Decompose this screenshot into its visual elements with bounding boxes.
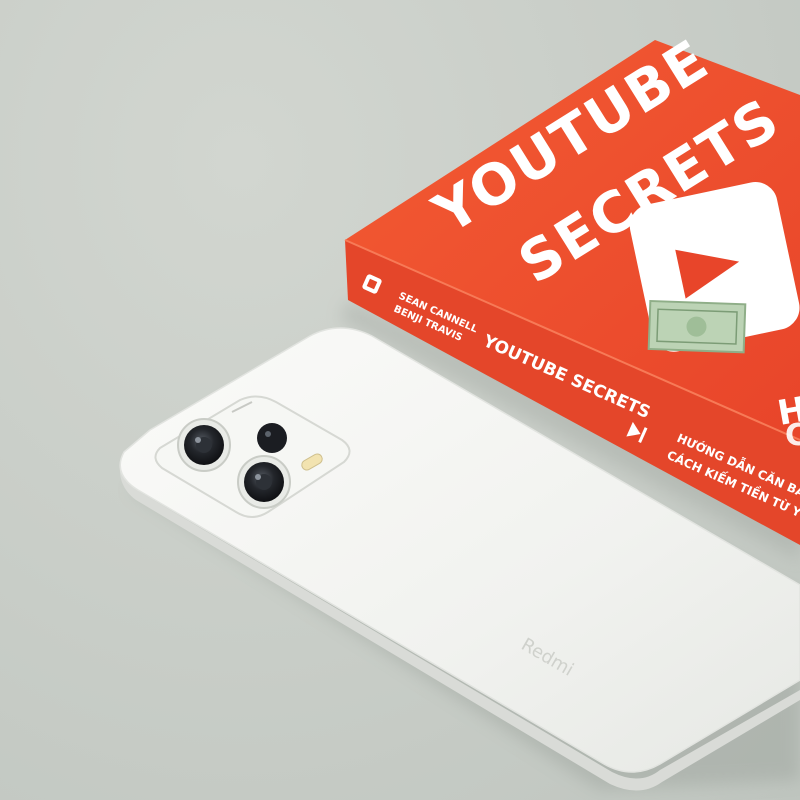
photo-illustration: YOUTUBE SECRETS HƯ C SEAN CANNELL BENJI … (119, 27, 800, 791)
ultrawide-camera-lens-icon (237, 455, 291, 509)
main-camera-lens-icon (177, 418, 231, 472)
product-photo: YOUTUBE SECRETS HƯ C SEAN CANNELL BENJI … (0, 0, 800, 800)
svg-text:C: C (785, 418, 800, 453)
macro-camera-lens-icon (257, 423, 287, 453)
